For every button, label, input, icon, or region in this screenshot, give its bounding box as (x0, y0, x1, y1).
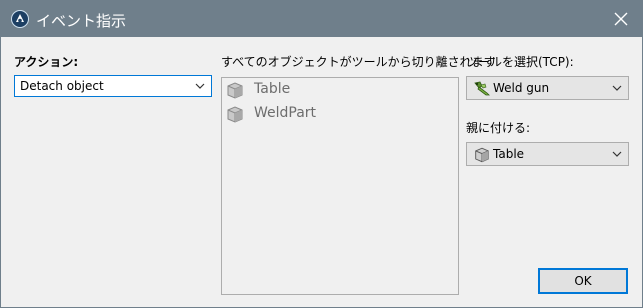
close-icon (614, 12, 628, 26)
window-title: イベント指示 (36, 12, 127, 30)
weld-gun-icon (474, 81, 490, 96)
cube-icon (227, 106, 243, 123)
app-logo-icon (11, 10, 29, 28)
action-dropdown[interactable]: Detach object (14, 75, 212, 97)
chevron-down-icon (612, 85, 622, 91)
cube-icon (227, 82, 243, 99)
list-item-label: Table (254, 81, 291, 97)
action-label: アクション: (14, 55, 79, 69)
list-item[interactable]: Table (225, 79, 455, 101)
close-button[interactable] (600, 1, 642, 37)
parent-label: 親に付ける: (466, 121, 531, 135)
ok-button[interactable]: OK (538, 268, 628, 294)
objects-label: すべてのオブジェクトがツールから切り離されます (221, 55, 496, 69)
event-instruction-dialog: イベント指示 アクション: Detach object すべてのオブジェクトがツ… (0, 0, 643, 308)
tool-dropdown[interactable]: Weld gun (466, 76, 629, 100)
list-item-label: WeldPart (254, 105, 317, 121)
chevron-down-icon (195, 83, 205, 89)
tool-label: ツールを選択(TCP): (466, 55, 574, 69)
parent-dropdown-value: Table (493, 147, 525, 161)
tool-dropdown-value: Weld gun (493, 81, 550, 95)
parent-dropdown[interactable]: Table (466, 142, 629, 166)
action-dropdown-value: Detach object (20, 79, 104, 93)
list-item[interactable]: WeldPart (225, 103, 455, 125)
title-bar[interactable]: イベント指示 (1, 1, 642, 37)
cube-icon (475, 147, 489, 163)
objects-list[interactable]: Table WeldPart (221, 77, 459, 295)
chevron-down-icon (612, 151, 622, 157)
